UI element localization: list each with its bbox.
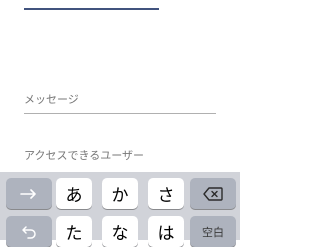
active-field-underline xyxy=(24,0,159,10)
arrow-right-key[interactable] xyxy=(6,178,52,209)
compose-screen: メッセージ アクセスできるユーザー あ か さ た な は 空白 xyxy=(0,0,240,247)
key-sa[interactable]: さ xyxy=(148,178,184,209)
message-field[interactable]: メッセージ xyxy=(24,92,216,114)
access-users-placeholder: アクセスできるユーザー xyxy=(24,149,145,162)
undo-icon xyxy=(21,225,37,239)
key-ta[interactable]: た xyxy=(56,216,92,247)
message-field-underline xyxy=(24,113,216,114)
delete-icon xyxy=(203,186,223,201)
arrow-right-icon xyxy=(20,188,38,199)
access-users-field[interactable]: アクセスできるユーザー xyxy=(24,148,216,164)
message-placeholder: メッセージ xyxy=(24,93,79,106)
undo-key[interactable] xyxy=(6,216,52,247)
delete-key[interactable] xyxy=(190,178,236,209)
key-ka[interactable]: か xyxy=(102,178,138,209)
key-na[interactable]: な xyxy=(102,216,138,247)
key-a[interactable]: あ xyxy=(56,178,92,209)
japanese-keyboard: あ か さ た な は 空白 xyxy=(0,172,240,247)
key-ha[interactable]: は xyxy=(148,216,184,247)
space-key[interactable]: 空白 xyxy=(190,216,236,247)
